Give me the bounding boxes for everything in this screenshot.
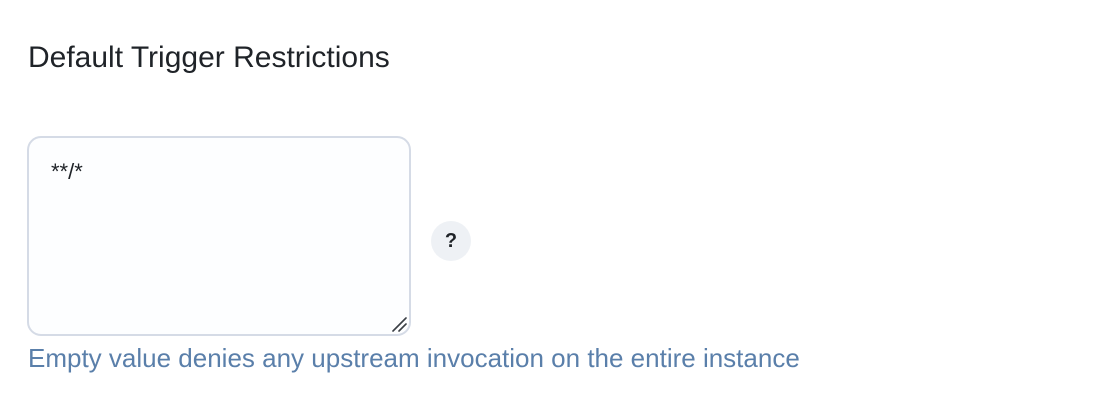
restrictions-textarea-wrapper [27, 136, 411, 336]
resize-handle-icon[interactable] [391, 316, 407, 332]
section-title: Default Trigger Restrictions [28, 41, 390, 74]
help-button[interactable]: ? [431, 221, 471, 261]
restrictions-field-row: ? [27, 136, 471, 336]
question-mark-icon: ? [444, 229, 458, 252]
field-hint-text: Empty value denies any upstream invocati… [28, 343, 800, 373]
trigger-restrictions-textarea[interactable] [27, 136, 411, 336]
trigger-restrictions-section: Default Trigger Restrictions ? Empty val… [0, 0, 1100, 418]
